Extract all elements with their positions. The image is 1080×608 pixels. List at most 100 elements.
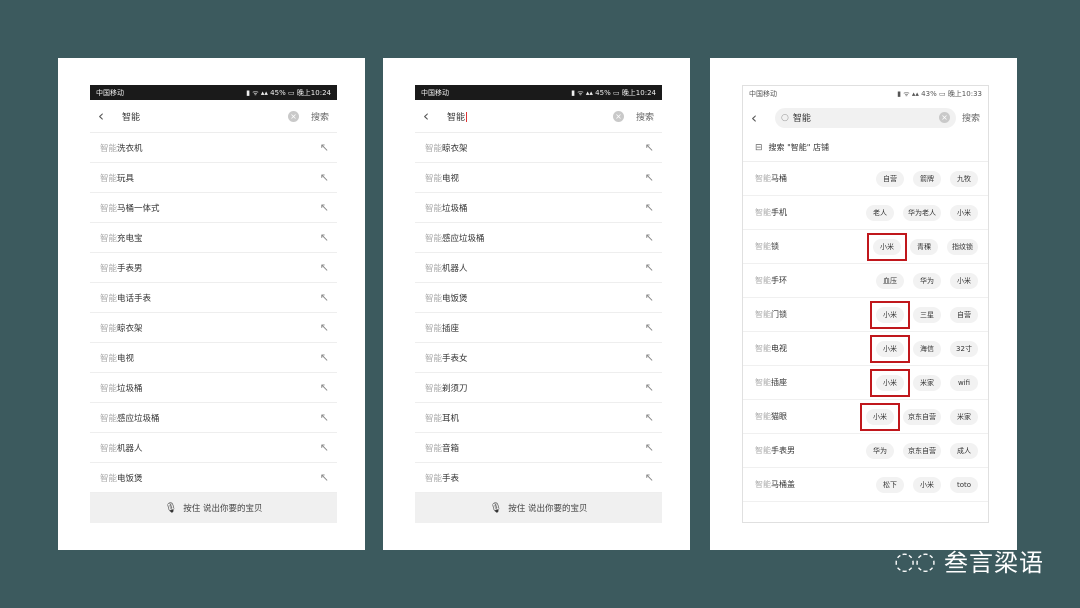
arrow-up-left-icon[interactable]: ↖ [645,471,654,484]
suggestion-row[interactable]: 智能猫眼 小米 京东自营 米家 [743,400,988,434]
list-item[interactable]: 智能机器人 ↖ [90,433,337,463]
arrow-up-left-icon[interactable]: ↖ [320,471,329,484]
list-item[interactable]: 智能耳机 ↖ [415,403,662,433]
arrow-up-left-icon[interactable]: ↖ [645,201,654,214]
clear-icon[interactable]: × [612,110,624,122]
arrow-up-left-icon[interactable]: ↖ [645,321,654,334]
list-item[interactable]: 智能感应垃圾桶 ↖ [90,403,337,433]
clear-icon[interactable]: × [938,112,950,123]
search-input[interactable]: 智能 [116,110,288,123]
list-item[interactable]: 智能手表女 ↖ [415,343,662,373]
suggestion-tag[interactable]: wifi [950,374,978,391]
arrow-up-left-icon[interactable]: ↖ [320,201,329,214]
arrow-up-left-icon[interactable]: ↖ [645,441,654,454]
arrow-up-left-icon[interactable]: ↖ [645,171,654,184]
suggestion-tag[interactable]: 华为 [913,272,941,289]
suggestion-row[interactable]: 智能插座 小米 米家 wifi [743,366,988,400]
suggestion-tag[interactable]: 小米 [867,232,907,261]
arrow-up-left-icon[interactable]: ↖ [320,411,329,424]
arrow-up-left-icon[interactable]: ↖ [320,291,329,304]
arrow-up-left-icon[interactable]: ↖ [320,171,329,184]
suggestion-tag[interactable]: 自营 [876,170,904,187]
suggestion-tag[interactable]: 华为 [866,442,894,459]
suggestion-tag[interactable]: 海信 [913,340,941,357]
clear-icon[interactable]: × [287,110,299,122]
suggestion-tag[interactable]: 小米 [870,300,910,329]
suggestion-tag[interactable]: 小米 [950,204,978,221]
suggestion-row[interactable]: 智能锁 小米 青稞 指纹锁 [743,230,988,264]
suggestion-tag[interactable]: 青稞 [910,238,938,255]
suggestion-tag[interactable]: 成人 [950,442,978,459]
search-button[interactable]: 搜索 [636,110,654,123]
arrow-up-left-icon[interactable]: ↖ [645,381,654,394]
chevron-left-icon[interactable]: ‹ [423,107,441,125]
suggestion-tag[interactable]: 米家 [913,374,941,391]
arrow-up-left-icon[interactable]: ↖ [320,261,329,274]
suggestion-tag[interactable]: 自营 [950,306,978,323]
list-item[interactable]: 智能洗衣机 ↖ [90,133,337,163]
list-item[interactable]: 智能音箱 ↖ [415,433,662,463]
list-item[interactable]: 智能电饭煲 ↖ [415,283,662,313]
suggestion-tag[interactable]: toto [950,476,978,493]
suggestion-tag[interactable]: 小米 [870,334,910,363]
arrow-up-left-icon[interactable]: ↖ [320,351,329,364]
list-item[interactable]: 智能插座 ↖ [415,313,662,343]
arrow-up-left-icon[interactable]: ↖ [645,141,654,154]
suggestion-tag[interactable]: 华为老人 [903,204,941,221]
list-item[interactable]: 智能电视 ↖ [415,163,662,193]
voice-search-bar[interactable]: 🎙 按住 说出你要的宝贝 [415,493,662,523]
suggestion-tag[interactable]: 指纹锁 [947,238,978,255]
search-input[interactable]: 智能 [793,111,939,124]
suggestion-tag[interactable]: 京东自营 [903,408,941,425]
suggestion-tag[interactable]: 京东自营 [903,442,941,459]
suggestion-tag[interactable]: 小米 [913,476,941,493]
list-item[interactable]: 智能电视 ↖ [90,343,337,373]
suggestion-tag[interactable]: 血压 [876,272,904,289]
list-item[interactable]: 智能玩具 ↖ [90,163,337,193]
arrow-up-left-icon[interactable]: ↖ [320,231,329,244]
suggestion-tag[interactable]: 松下 [876,476,904,493]
list-item[interactable]: 智能垃圾桶 ↖ [415,193,662,223]
list-item[interactable]: 智能电话手表 ↖ [90,283,337,313]
suggestion-tag[interactable]: 箭牌 [913,170,941,187]
arrow-up-left-icon[interactable]: ↖ [645,351,654,364]
list-item[interactable]: 智能手表 ↖ [415,463,662,493]
chevron-left-icon[interactable]: ‹ [98,107,116,125]
arrow-up-left-icon[interactable]: ↖ [645,291,654,304]
arrow-up-left-icon[interactable]: ↖ [645,411,654,424]
suggestion-tag[interactable]: 老人 [866,204,894,221]
list-item[interactable]: 智能晾衣架 ↖ [90,313,337,343]
arrow-up-left-icon[interactable]: ↖ [320,441,329,454]
suggestion-row[interactable]: 智能马桶盖 松下 小米 toto [743,468,988,502]
search-button[interactable]: 搜索 [962,111,980,124]
list-item[interactable]: 智能手表男 ↖ [90,253,337,283]
suggestion-row[interactable]: 智能电视 小米 海信 32寸 [743,332,988,366]
list-item[interactable]: 智能马桶一体式 ↖ [90,193,337,223]
search-button[interactable]: 搜索 [311,110,329,123]
list-item[interactable]: 智能晾衣架 ↖ [415,133,662,163]
search-shop-row[interactable]: ⊟ 搜索 "智能" 店铺 [743,134,988,162]
suggestion-row[interactable]: 智能手机 老人 华为老人 小米 [743,196,988,230]
arrow-up-left-icon[interactable]: ↖ [320,381,329,394]
suggestion-tag[interactable]: 小米 [950,272,978,289]
suggestion-tag[interactable]: 32寸 [950,340,978,357]
suggestion-row[interactable]: 智能手环 血压 华为 小米 [743,264,988,298]
search-box[interactable]: ○ 智能 × [775,107,956,128]
suggestion-row[interactable]: 智能马桶 自营 箭牌 九牧 [743,162,988,196]
chevron-left-icon[interactable]: ‹ [751,109,769,127]
arrow-up-left-icon[interactable]: ↖ [645,261,654,274]
list-item[interactable]: 智能电饭煲 ↖ [90,463,337,493]
list-item[interactable]: 智能机器人 ↖ [415,253,662,283]
suggestion-tag[interactable]: 三星 [913,306,941,323]
list-item[interactable]: 智能垃圾桶 ↖ [90,373,337,403]
search-input[interactable]: 智能 [441,110,613,123]
suggestion-tag[interactable]: 小米 [870,368,910,397]
list-item[interactable]: 智能剃须刀 ↖ [415,373,662,403]
voice-search-bar[interactable]: 🎙 按住 说出你要的宝贝 [90,493,337,523]
suggestion-tag[interactable]: 九牧 [950,170,978,187]
suggestion-row[interactable]: 智能门锁 小米 三星 自营 [743,298,988,332]
suggestion-row[interactable]: 智能手表男 华为 京东自营 成人 [743,434,988,468]
list-item[interactable]: 智能感应垃圾桶 ↖ [415,223,662,253]
arrow-up-left-icon[interactable]: ↖ [645,231,654,244]
list-item[interactable]: 智能充电宝 ↖ [90,223,337,253]
